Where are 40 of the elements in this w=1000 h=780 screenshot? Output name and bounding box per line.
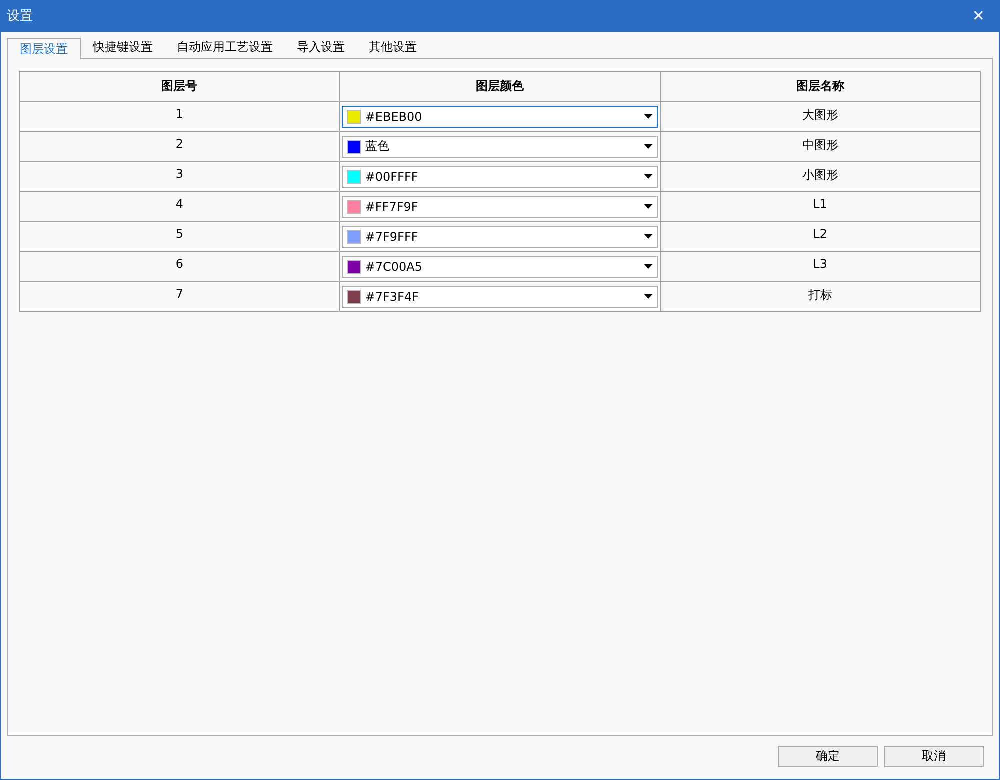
table-cell: 3 (20, 162, 340, 192)
dialog-button[interactable]: 取消 (884, 746, 984, 767)
color-dropdown[interactable]: #FF7F9F (342, 196, 658, 218)
caret-icon (644, 264, 653, 269)
table-cell: 小图形 (660, 162, 980, 192)
column-header: 图层号 (20, 72, 340, 102)
table-cell: L3 (660, 252, 980, 282)
caret-icon (644, 174, 653, 179)
tab[interactable]: 其他设置 (357, 37, 429, 58)
color-dropdown[interactable]: #7F3F4F (342, 286, 658, 308)
table-cell: 打标 (660, 282, 980, 312)
color-dropdown[interactable]: 蓝色 (342, 136, 658, 158)
table-cell: L2 (660, 222, 980, 252)
table-cell: 5 (20, 222, 340, 252)
table-cell: L1 (660, 192, 980, 222)
color-dropdown[interactable]: #EBEB00 (342, 106, 658, 128)
column-header: 图层名称 (660, 72, 980, 102)
table-cell: 4 (20, 192, 340, 222)
tab[interactable]: 自动应用工艺设置 (165, 37, 285, 58)
caret-icon (644, 294, 653, 299)
color-dropdown[interactable]: #00FFFF (342, 166, 658, 188)
column-header: 图层颜色 (340, 72, 660, 102)
color-dropdown[interactable]: #7C00A5 (342, 256, 658, 278)
color-dropdown[interactable]: #7F9FFF (342, 226, 658, 248)
table-cell: 中图形 (660, 132, 980, 162)
caret-icon (644, 204, 653, 209)
tab[interactable]: 图层设置 (7, 38, 81, 59)
tab[interactable]: 导入设置 (285, 37, 357, 58)
table-cell: 大图形 (660, 102, 980, 132)
caret-icon (644, 234, 653, 239)
caret-icon (644, 144, 653, 149)
tab[interactable]: 快捷键设置 (81, 37, 165, 58)
caret-icon (644, 114, 653, 119)
table-cell: 2 (20, 132, 340, 162)
table-cell: 6 (20, 252, 340, 282)
dialog-button[interactable]: 确定 (778, 746, 878, 767)
close-button[interactable]: ✕ (968, 7, 989, 25)
table-cell: 1 (20, 102, 340, 132)
table-cell: 7 (20, 282, 340, 312)
window-title: 设置 (7, 8, 33, 25)
